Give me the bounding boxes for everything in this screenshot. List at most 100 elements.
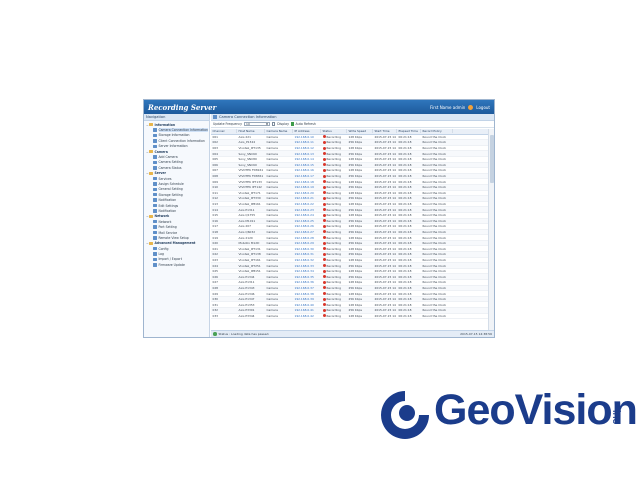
ip-address-link[interactable]: 192.168.0.11 <box>293 140 321 144</box>
ip-address-link[interactable]: 192.168.0.38 <box>293 292 321 296</box>
ip-address-link[interactable]: 192.168.0.19 <box>293 185 321 189</box>
recording-icon <box>322 247 326 251</box>
tree-item-label: Firmware Update <box>158 262 185 267</box>
table-cell: Axis_P1344 <box>238 140 256 145</box>
ip-address-link[interactable]: 192.168.0.31 <box>293 252 321 256</box>
table-cell: Camera <box>266 196 278 201</box>
status-cell: Recording <box>321 208 347 212</box>
table-row[interactable]: 033 Axis P3344 Camera 192.168.0.42 Recording… <box>211 314 488 320</box>
table-cell: 256 Kbps <box>348 252 363 257</box>
table-cell: Camera <box>266 263 278 268</box>
ip-address-link[interactable]: 192.168.0.15 <box>293 163 321 167</box>
ip-address-link[interactable]: 192.168.0.16 <box>293 168 321 172</box>
table-cell: 256 Kbps <box>348 174 363 179</box>
scrollbar-thumb[interactable] <box>490 135 494 183</box>
column-header[interactable]: Write Speed <box>347 129 373 134</box>
recording-icon <box>322 224 326 228</box>
column-header[interactable]: Status <box>321 129 347 134</box>
table-cell: 00:21:18 <box>398 263 412 268</box>
table-cell: 011 <box>212 190 219 195</box>
status-text: Recording <box>326 291 341 296</box>
table-cell: 2015-07-15 14 <box>374 235 396 240</box>
page-icon <box>153 133 157 138</box>
status-text: Recording <box>326 235 341 240</box>
ip-address-link[interactable]: 192.168.0.28 <box>293 236 321 240</box>
table-cell: 030 <box>212 297 219 302</box>
table-cell: Round the Clock <box>422 190 447 195</box>
table-cell: 256 Kbps <box>348 285 363 290</box>
ip-address-link[interactable]: 192.168.0.23 <box>293 208 321 212</box>
table-cell: Camera <box>266 235 278 240</box>
tree-item[interactable]: Firmware Update <box>144 262 209 267</box>
ip-address-link[interactable]: 192.168.0.40 <box>293 303 321 307</box>
column-header[interactable]: Channel <box>211 129 237 134</box>
ip-address-link[interactable]: 192.168.0.37 <box>293 286 321 290</box>
user-area: First Name admin Logout <box>430 104 490 110</box>
ip-address-link[interactable]: 192.168.0.10 <box>293 135 321 139</box>
ip-address-link[interactable]: 192.168.0.24 <box>293 213 321 217</box>
logout-icon[interactable] <box>468 104 474 110</box>
status-text: Recording <box>326 246 341 251</box>
table-cell: Camera <box>266 174 278 179</box>
auto-refresh-button[interactable]: Auto Refresh <box>290 122 316 126</box>
ip-address-link[interactable]: 192.168.0.20 <box>293 191 321 195</box>
ip-address-link[interactable]: 192.168.0.22 <box>293 202 321 206</box>
column-header[interactable]: Start Time <box>373 129 397 134</box>
display-checkbox[interactable] <box>272 122 276 126</box>
table-cell: Round the Clock <box>422 140 447 145</box>
page-icon <box>153 236 157 240</box>
ip-address-link[interactable]: 192.168.0.17 <box>293 174 321 178</box>
ip-address-link[interactable]: 192.168.0.25 <box>293 219 321 223</box>
tree-item-label: Services <box>158 176 172 181</box>
status-text: Recording <box>326 302 341 307</box>
table-cell: 00:21:18 <box>398 174 412 179</box>
recording-icon <box>322 258 326 262</box>
logout-link[interactable]: Logout <box>476 105 490 110</box>
ip-address-link[interactable]: 192.168.0.14 <box>293 157 321 161</box>
tree-item-label: Server Information <box>158 144 188 149</box>
column-header[interactable]: Camera Name <box>265 129 293 134</box>
recording-icon <box>322 174 326 178</box>
table-cell: Camera <box>266 213 278 218</box>
status-text: Recording <box>326 274 341 279</box>
ip-address-link[interactable]: 192.168.0.26 <box>293 224 321 228</box>
table-cell: VIVOTEK IP7133 <box>238 179 262 184</box>
ip-address-link[interactable]: 192.168.0.39 <box>293 297 321 301</box>
status-cell: Recording <box>321 196 347 200</box>
ip-address-link[interactable]: 192.168.0.41 <box>293 308 321 312</box>
table-cell: Round the Clock <box>422 274 447 279</box>
column-header[interactable]: IP Address <box>293 129 321 134</box>
ip-address-link[interactable]: 192.168.0.18 <box>293 180 321 184</box>
table-cell: Round the Clock <box>422 151 447 156</box>
ip-address-link[interactable]: 192.168.0.34 <box>293 269 321 273</box>
column-header[interactable]: Elapsed Time <box>397 129 421 134</box>
tree-item-label: Notification <box>158 198 177 203</box>
update-frequency-select[interactable]: 10 ▼ <box>244 121 271 127</box>
ip-address-link[interactable]: 192.168.0.36 <box>293 280 321 284</box>
ip-address-link[interactable]: 192.168.0.33 <box>293 264 321 268</box>
ip-address-link[interactable]: 192.168.0.12 <box>293 146 321 150</box>
status-icon <box>213 332 217 336</box>
column-header[interactable]: Record Policy <box>421 129 453 134</box>
toolbar: Update Frequency 10 ▼ Display Auto Refre… <box>211 121 494 128</box>
ip-address-link[interactable]: 192.168.0.21 <box>293 196 321 200</box>
folder-icon <box>149 241 153 245</box>
ip-address-link[interactable]: 192.168.0.30 <box>293 247 321 251</box>
table-cell: Round the Clock <box>422 168 447 173</box>
status-cell: Recording <box>321 280 347 284</box>
ip-address-link[interactable]: 192.168.0.13 <box>293 152 321 156</box>
status-cell: Recording <box>321 163 347 167</box>
ip-address-link[interactable]: 192.168.0.42 <box>293 314 321 318</box>
tree-item-label: Log <box>158 252 165 257</box>
table-cell: Camera <box>266 246 278 251</box>
ip-address-link[interactable]: 192.168.0.27 <box>293 230 321 234</box>
vertical-scrollbar[interactable] <box>488 129 494 330</box>
user-label: First Name admin <box>430 104 466 110</box>
column-header[interactable]: Host Name <box>237 129 265 134</box>
ip-address-link[interactable]: 192.168.0.35 <box>293 275 321 279</box>
table-cell: 017 <box>212 224 219 229</box>
status-cell: Recording <box>321 308 347 312</box>
status-text: Recording <box>326 202 341 207</box>
ip-address-link[interactable]: 192.168.0.32 <box>293 258 321 262</box>
ip-address-link[interactable]: 192.168.0.29 <box>293 241 321 245</box>
